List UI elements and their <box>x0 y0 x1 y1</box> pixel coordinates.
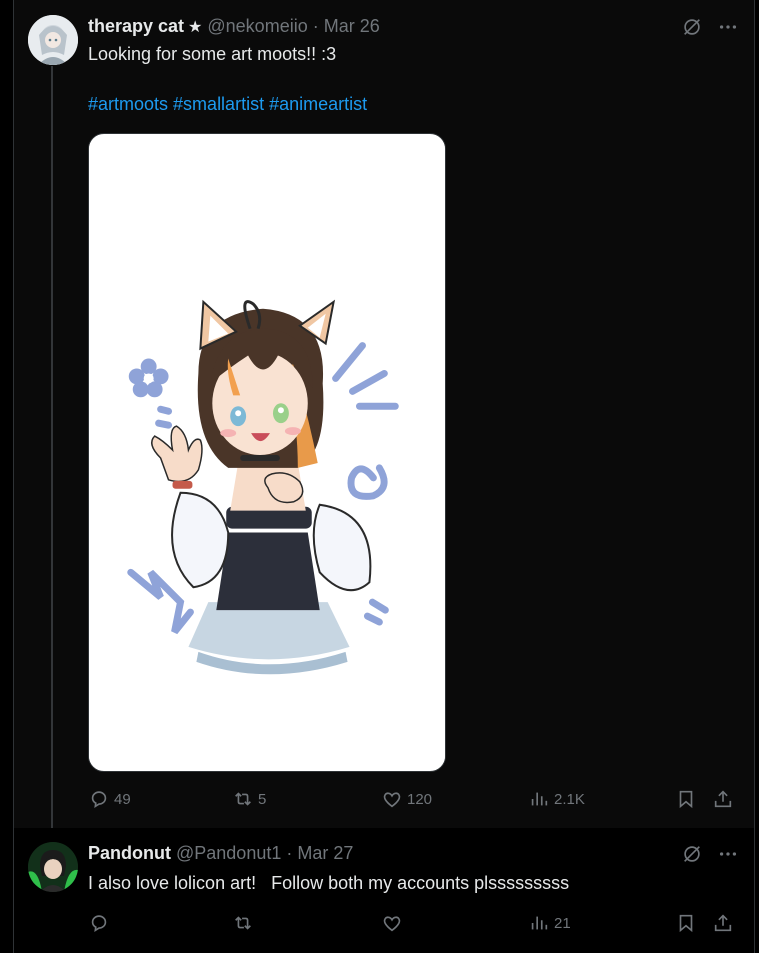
heart-icon <box>383 916 401 932</box>
grok-icon[interactable] <box>681 843 703 865</box>
user-handle[interactable]: @nekomeiio <box>207 16 307 37</box>
like-count: 120 <box>407 790 433 808</box>
view-count: 21 <box>554 914 571 932</box>
separator: · <box>286 843 293 863</box>
post-header: therapy cat ★ @nekomeiio · Mar 26 <box>88 16 380 40</box>
like-button[interactable] <box>381 912 407 934</box>
grok-icon[interactable] <box>681 16 703 38</box>
bookmark-button[interactable] <box>675 912 697 934</box>
separator: · <box>312 16 319 36</box>
heart-icon <box>383 792 401 808</box>
more-icon[interactable] <box>717 16 739 38</box>
post-actions: 21 <box>88 912 738 936</box>
hashtag-link[interactable]: #animeartist <box>269 94 367 114</box>
post-text: I also love lolicon art! Follow both my … <box>88 873 570 893</box>
views-icon <box>531 916 548 930</box>
hashtag-list: #artmoots #smallartist #animeartist <box>88 94 372 115</box>
hashtag-link[interactable]: #artmoots <box>88 94 168 114</box>
views-button[interactable]: 21 <box>528 912 571 934</box>
display-name[interactable]: Pandonut <box>88 843 171 864</box>
repost-button[interactable] <box>232 912 258 934</box>
view-count: 2.1K <box>554 790 585 808</box>
reply-count: 49 <box>114 790 131 808</box>
post-actions: 49 5 120 2.1K <box>88 788 738 812</box>
post-date[interactable]: Mar 26 <box>324 16 380 37</box>
reply-button[interactable]: 49 <box>88 788 131 810</box>
share-button[interactable] <box>712 912 734 934</box>
views-button[interactable]: 2.1K <box>528 788 585 810</box>
repost-icon <box>235 916 251 930</box>
post-header: Pandonut @Pandonut1 · Mar 27 <box>88 843 353 867</box>
repost-icon <box>235 792 251 806</box>
anime-catgirl-illustration <box>89 134 445 771</box>
star-badge-icon: ★ <box>188 19 203 36</box>
post-date[interactable]: Mar 27 <box>297 843 353 864</box>
timeline: therapy cat ★ @nekomeiio · Mar 26 Lookin… <box>0 0 759 953</box>
views-icon <box>531 792 548 806</box>
post-text: Looking for some art moots!! :3 <box>88 44 337 64</box>
bookmark-icon <box>679 790 693 809</box>
reply-icon <box>91 915 107 932</box>
reply-button[interactable] <box>88 912 114 934</box>
share-icon <box>714 790 732 808</box>
more-icon[interactable] <box>717 843 739 865</box>
like-button[interactable]: 120 <box>381 788 432 810</box>
post-top-actions <box>681 16 739 38</box>
user-handle[interactable]: @Pandonut1 <box>176 843 281 864</box>
share-button[interactable] <box>712 788 734 810</box>
hashtag-link[interactable]: #smallartist <box>173 94 264 114</box>
avatar[interactable] <box>28 842 78 892</box>
share-icon <box>714 914 732 932</box>
bookmark-icon <box>679 914 693 933</box>
reply-icon <box>91 791 107 808</box>
display-name[interactable]: therapy cat <box>88 16 184 37</box>
bookmark-button[interactable] <box>675 788 697 810</box>
repost-button[interactable]: 5 <box>232 788 266 810</box>
thread-line <box>51 66 53 832</box>
post-top-actions <box>681 843 739 865</box>
repost-count: 5 <box>258 790 267 808</box>
post-image[interactable] <box>88 133 446 772</box>
avatar[interactable] <box>28 15 78 65</box>
